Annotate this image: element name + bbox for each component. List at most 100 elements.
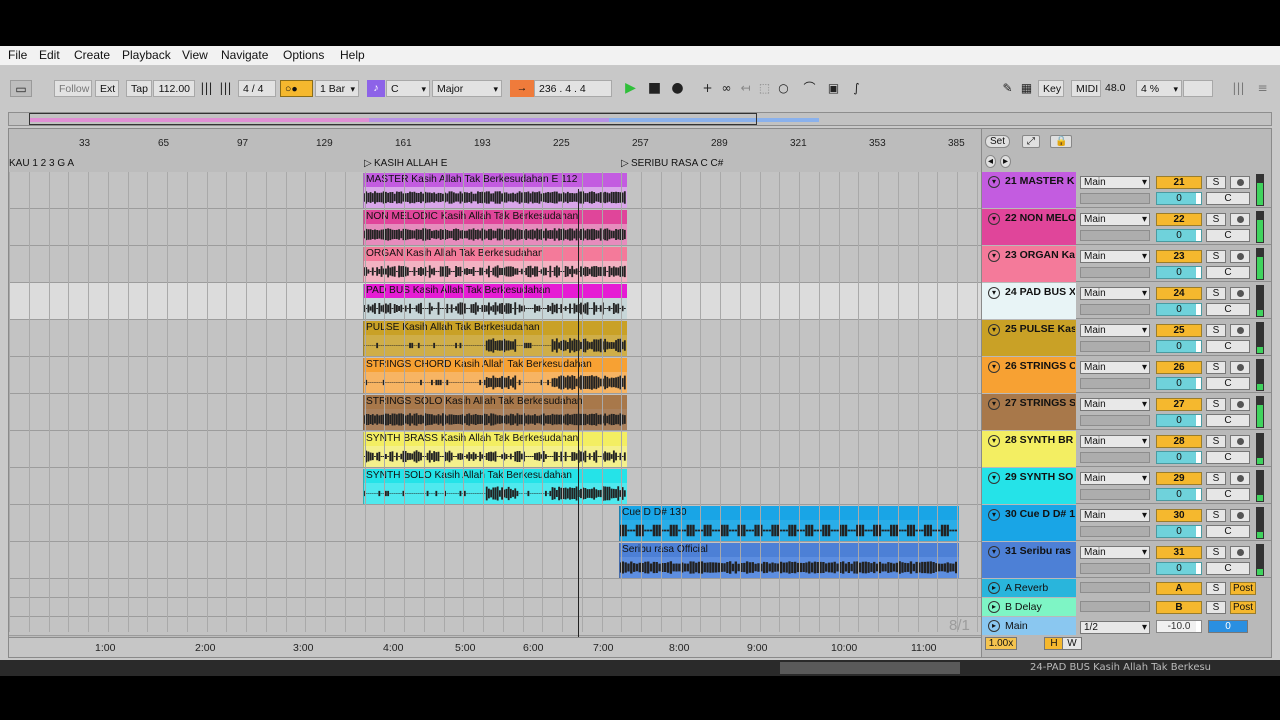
- main-pan-field[interactable]: 0: [1208, 620, 1248, 633]
- track-activator-button[interactable]: 24: [1156, 287, 1202, 300]
- track-header[interactable]: ▾ 29 SYNTH SO Main 29 0SC: [982, 468, 1271, 504]
- pan-field[interactable]: C: [1206, 340, 1250, 353]
- solo-button[interactable]: S: [1206, 546, 1226, 559]
- track-volume-field[interactable]: 0: [1156, 303, 1202, 316]
- quantize-menu[interactable]: 1 Bar: [315, 80, 359, 97]
- fold-chevron-icon[interactable]: ▾: [988, 361, 1000, 373]
- main-name-cell[interactable]: ▸ Main: [982, 617, 1076, 635]
- record-icon[interactable]: ●: [669, 80, 686, 97]
- track-header[interactable]: ▾ 22 NON MELO Main 22 0SC: [982, 209, 1271, 245]
- solo-button[interactable]: S: [1206, 472, 1226, 485]
- arrangement-position-icon[interactable]: →: [510, 80, 534, 97]
- output-routing-select[interactable]: Main: [1080, 398, 1150, 411]
- arm-button[interactable]: [1230, 287, 1250, 300]
- track-header[interactable]: ▾ 28 SYNTH BR Main 28 0SC: [982, 431, 1271, 467]
- capture-icon[interactable]: ▣: [825, 80, 842, 97]
- loop-icon[interactable]: ○: [775, 80, 792, 97]
- track-name-cell[interactable]: ▾ 29 SYNTH SO: [982, 468, 1076, 504]
- arrangement-overview[interactable]: [8, 112, 1272, 126]
- output-routing-select[interactable]: Main: [1080, 176, 1150, 189]
- audio-clip[interactable]: SYNTH BRASS Kasih Allah Tak Berkesudahan: [363, 432, 627, 467]
- output-routing-select[interactable]: Main: [1080, 472, 1150, 485]
- audio-clip[interactable]: MASTER Kasih Allah Tak Berkesudahan E 11…: [363, 173, 627, 208]
- fold-chevron-icon[interactable]: ▾: [988, 509, 1000, 521]
- main-output-select[interactable]: 1/2: [1080, 621, 1150, 634]
- return-name-cell[interactable]: ▸ A Reverb: [982, 579, 1076, 597]
- automation-arm-icon[interactable]: ⌒: [801, 80, 818, 97]
- arm-button[interactable]: [1230, 324, 1250, 337]
- h-button[interactable]: H: [1044, 637, 1064, 650]
- audio-clip[interactable]: NON MELODIC Kasih Allah Tak Berkesudahan: [363, 210, 627, 245]
- track-activator-button[interactable]: 23: [1156, 250, 1202, 263]
- output-routing-select[interactable]: Main: [1080, 546, 1150, 559]
- track-name-cell[interactable]: ▾ 23 ORGAN Ka: [982, 246, 1076, 282]
- menu-create[interactable]: Create: [74, 48, 110, 62]
- track-activator-button[interactable]: 31: [1156, 546, 1202, 559]
- play-icon[interactable]: ▸: [988, 582, 1000, 594]
- key-map-button[interactable]: Key: [1038, 80, 1064, 97]
- audio-clip[interactable]: STRINGS SOLO Kasih Allah Tak Berkesudaha…: [363, 395, 627, 430]
- stop-icon[interactable]: ■: [646, 80, 663, 97]
- pan-field[interactable]: C: [1206, 414, 1250, 427]
- track-activator-button[interactable]: 29: [1156, 472, 1202, 485]
- track-name-cell[interactable]: ▾ 25 PULSE Kas: [982, 320, 1076, 356]
- menu-playback[interactable]: Playback: [122, 48, 171, 62]
- output-channel-select[interactable]: [1080, 304, 1150, 315]
- track-volume-field[interactable]: 0: [1156, 451, 1202, 464]
- menu-view[interactable]: View: [182, 48, 208, 62]
- track-name-cell[interactable]: ▾ 26 STRINGS C: [982, 357, 1076, 393]
- solo-button[interactable]: S: [1206, 398, 1226, 411]
- tap-tempo-button[interactable]: Tap: [126, 80, 152, 97]
- output-channel-select[interactable]: [1080, 415, 1150, 426]
- pan-field[interactable]: C: [1206, 303, 1250, 316]
- arm-button[interactable]: [1230, 546, 1250, 559]
- output-channel-select[interactable]: [1080, 489, 1150, 500]
- return-name-cell[interactable]: ▸ B Delay: [982, 598, 1076, 616]
- output-routing-select[interactable]: Main: [1080, 361, 1150, 374]
- back-to-arrangement-icon[interactable]: ↤: [737, 80, 754, 97]
- track-activator-button[interactable]: 27: [1156, 398, 1202, 411]
- time-signature-field[interactable]: 4 / 4: [238, 80, 276, 97]
- return-routing-select[interactable]: [1080, 582, 1150, 593]
- track-volume-field[interactable]: 0: [1156, 414, 1202, 427]
- follow-button[interactable]: Follow: [54, 80, 92, 97]
- menu-help[interactable]: Help: [340, 48, 365, 62]
- output-channel-select[interactable]: [1080, 341, 1150, 352]
- return-routing-select[interactable]: [1080, 601, 1150, 612]
- return-track-header[interactable]: ▸ B Delay B S Post: [982, 598, 1271, 616]
- arm-button[interactable]: [1230, 213, 1250, 226]
- output-channel-select[interactable]: [1080, 230, 1150, 241]
- prev-locator-icon[interactable]: ◂: [985, 155, 997, 168]
- link-icon[interactable]: ∞: [718, 80, 735, 97]
- locator-lane[interactable]: KAU 1 2 3 G A KASIH ALLAH E ▷ SERIBU RASA C…: [9, 155, 981, 171]
- track-name-cell[interactable]: ▾ 28 SYNTH BR: [982, 431, 1076, 467]
- locator-marker[interactable]: KASIH ALLAH E: [364, 158, 447, 169]
- return-activator-button[interactable]: A: [1156, 582, 1202, 595]
- solo-button[interactable]: S: [1206, 509, 1226, 522]
- overview-view-frame[interactable]: [29, 113, 757, 125]
- fold-chevron-icon[interactable]: ▾: [988, 546, 1000, 558]
- nudge-down-icon[interactable]: |||: [198, 80, 215, 97]
- track-volume-field[interactable]: 0: [1156, 192, 1202, 205]
- zoom-field[interactable]: 1.00x: [985, 637, 1017, 650]
- track-header[interactable]: ▾ 26 STRINGS C Main 26 0SC: [982, 357, 1271, 393]
- track-volume-field[interactable]: 0: [1156, 525, 1202, 538]
- pan-field[interactable]: C: [1206, 266, 1250, 279]
- audio-clip[interactable]: ORGAN Kasih Allah Tak Berkesudahan: [363, 247, 627, 282]
- output-routing-select[interactable]: Main: [1080, 324, 1150, 337]
- arm-button[interactable]: [1230, 435, 1250, 448]
- fold-chevron-icon[interactable]: ▾: [988, 324, 1000, 336]
- track-header[interactable]: ▾ 27 STRINGS S Main 27 0SC: [982, 394, 1271, 430]
- menu-lines-icon[interactable]: ≡: [1254, 80, 1271, 97]
- w-button[interactable]: W: [1062, 637, 1082, 650]
- locator-marker[interactable]: SERIBU RASA C C#: [621, 158, 723, 169]
- play-icon[interactable]: ▶: [622, 80, 639, 97]
- pan-field[interactable]: C: [1206, 192, 1250, 205]
- track-activator-button[interactable]: 21: [1156, 176, 1202, 189]
- arm-button[interactable]: [1230, 509, 1250, 522]
- locator-marker[interactable]: KAU 1 2 3 G A: [9, 158, 74, 169]
- set-button[interactable]: Set: [985, 135, 1011, 148]
- track-header[interactable]: ▾ 31 Seribu ras Main 31 0SC: [982, 542, 1271, 578]
- fold-chevron-icon[interactable]: ▾: [988, 287, 1000, 299]
- solo-button[interactable]: S: [1206, 250, 1226, 263]
